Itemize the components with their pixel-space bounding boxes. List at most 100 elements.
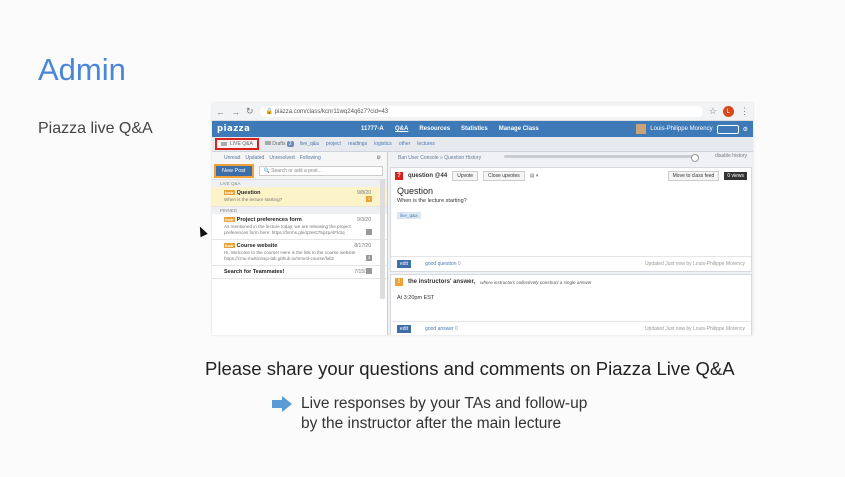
course-selector[interactable]: 11777-A: [361, 126, 391, 132]
new-post-row: New Post 🔍 Search or add a post...: [212, 163, 387, 180]
edit-button[interactable]: edit: [397, 260, 412, 268]
menu-icon[interactable]: ⋮: [740, 106, 749, 117]
list-item[interactable]: Instr Project preferences form As mention…: [212, 214, 387, 240]
answer-footer: edit good answer 0 Updated Just now by L…: [391, 321, 751, 335]
search-input[interactable]: 🔍 Search or add a post...: [258, 166, 383, 176]
post-date: 8/17/20: [354, 243, 371, 249]
folder-readings[interactable]: readings: [348, 141, 367, 147]
lock-icon: 🔒: [265, 109, 275, 115]
browser-toolbar: ← → ↻ 🔒 piazza.com/class/kcnr11wq24q6z7?…: [212, 103, 753, 121]
drafts-label: Drafts: [272, 141, 286, 147]
answer-icon: !: [395, 278, 403, 286]
list-item[interactable]: Instr Course website Hi, Welcome to the c…: [212, 240, 387, 266]
post-count: [366, 268, 372, 274]
back-icon[interactable]: ←: [216, 107, 225, 117]
folder-lectures[interactable]: lectures: [417, 141, 435, 147]
post-preview: As mentioned in the lecture today, we ar…: [224, 224, 351, 235]
search-placeholder: Search or add a post...: [271, 168, 322, 174]
mouse-cursor-icon: [196, 224, 208, 238]
drafts-link[interactable]: Drafts 2: [264, 141, 294, 147]
settings-box[interactable]: [716, 124, 739, 134]
nav-manage-class[interactable]: Manage Class: [499, 126, 539, 132]
folder-project[interactable]: project: [326, 141, 341, 147]
post-title: Project preferences form: [236, 217, 302, 223]
post-title: Course website: [236, 243, 278, 249]
live-qa-button[interactable]: LIVE Q&A: [215, 138, 259, 150]
close-upvotes-button[interactable]: Close upvotes: [483, 171, 525, 181]
instr-tag: Instr: [224, 217, 235, 223]
post-preview: When is the lecture starting?: [224, 197, 283, 202]
move-to-feed-button[interactable]: Move to class feed: [667, 171, 720, 181]
slide-message: Please share your questions and comments…: [205, 358, 735, 379]
nav-resources[interactable]: Resources: [419, 126, 450, 132]
history-slider[interactable]: [504, 153, 699, 162]
post-count: [366, 229, 372, 235]
filter-following[interactable]: Following: [300, 155, 321, 161]
good-answer-link[interactable]: good answer 0: [425, 326, 458, 332]
folder-live-qa[interactable]: live_q&a: [300, 141, 319, 147]
folder-other[interactable]: other: [399, 141, 410, 147]
section-live-qa[interactable]: LIVE Q&A: [212, 180, 387, 187]
disable-history-link[interactable]: disable history: [715, 153, 747, 159]
filter-unread[interactable]: Unread: [224, 155, 240, 161]
good-question-count: 0: [457, 261, 461, 267]
good-answer-label: good answer: [425, 326, 454, 332]
question-icon: ?: [395, 172, 403, 180]
live-qa-icon: [221, 142, 227, 146]
feed-scrollbar[interactable]: [380, 179, 385, 299]
slider-handle[interactable]: [691, 153, 699, 162]
answer-card: ! the instructors' answer, where instruc…: [390, 274, 752, 335]
question-label: question @44: [408, 173, 448, 179]
question-title: Question: [397, 186, 434, 196]
user-photo: [636, 124, 647, 134]
good-question-link[interactable]: good question 0: [425, 261, 461, 267]
search-icon: 🔍: [263, 168, 272, 174]
drafts-icon: [264, 141, 271, 145]
forward-icon[interactable]: →: [231, 107, 240, 117]
post-date: 9/3/20: [357, 217, 371, 223]
feed-filters: Unread Updated Unresolved Following ⚙: [212, 152, 387, 163]
views-badge: 0 views: [724, 172, 747, 180]
folder-chip[interactable]: live_q&a: [397, 212, 421, 219]
answer-desc: where instructors collectively construct…: [480, 279, 592, 285]
edit-button[interactable]: edit: [397, 325, 412, 333]
actions-dropdown-icon[interactable]: ▤ ▾: [530, 173, 539, 179]
good-answer-count: 0: [455, 326, 458, 332]
nav-qa[interactable]: Q&A: [395, 126, 408, 132]
question-footer: edit good question 0 Updated Just now by…: [391, 256, 751, 271]
gear-icon[interactable]: ⚙: [377, 155, 381, 161]
new-post-label: New Post: [222, 168, 246, 174]
post-title: Search for Teammates!: [224, 269, 285, 275]
address-bar[interactable]: 🔒 piazza.com/class/kcnr11wq24q6z7?cid=43: [259, 106, 703, 117]
url-text: piazza.com/class/kcnr11wq24q6z7?cid=43: [274, 108, 389, 115]
question-card: ? question @44 Upvote Close upvotes ▤ ▾ …: [390, 167, 752, 272]
section-pinned[interactable]: PINNED: [212, 207, 387, 214]
top-nav: Q&A Resources Statistics Manage Class: [395, 126, 539, 132]
folder-bar: LIVE Q&A Drafts 2 live_q&a project readi…: [212, 137, 753, 152]
filter-updated[interactable]: Updated: [245, 155, 264, 161]
upvote-button[interactable]: Upvote: [452, 171, 479, 181]
post-title: Question: [236, 190, 261, 196]
new-post-button[interactable]: New Post: [214, 164, 254, 178]
folder-logistics[interactable]: logistics: [374, 141, 392, 147]
filter-unresolved[interactable]: Unresolved: [269, 155, 294, 161]
list-item[interactable]: Search for Teammates! 7/15/20: [212, 266, 387, 279]
bullet-line-1: Live responses by your TAs and follow-up: [301, 395, 588, 412]
post-panel: Ban User Console » Question History disa…: [388, 152, 753, 335]
updated-text: Updated Just now by Louis-Philippe Moren…: [644, 326, 745, 332]
piazza-screenshot: ← → ↻ 🔒 piazza.com/class/kcnr11wq24q6z7?…: [212, 103, 753, 335]
reload-icon[interactable]: ↻: [246, 106, 254, 117]
gear-icon[interactable]: ⚙: [743, 126, 748, 133]
list-item[interactable]: Instr Question When is the lecture starti…: [212, 187, 387, 207]
instr-tag: Instr: [224, 190, 235, 196]
question-header: ? question @44 Upvote Close upvotes ▤ ▾ …: [391, 168, 751, 184]
answer-body: At 3:20pm EST: [397, 295, 435, 301]
profile-avatar[interactable]: L: [723, 106, 734, 117]
user-menu[interactable]: Louis-Philippe Morency ⚙: [636, 124, 748, 134]
piazza-logo[interactable]: piazza: [217, 124, 357, 134]
star-icon[interactable]: ☆: [709, 106, 717, 117]
folder-list: live_q&a project readings logistics othe…: [300, 141, 435, 147]
drafts-count: 2: [286, 141, 294, 147]
nav-statistics[interactable]: Statistics: [461, 126, 488, 132]
answer-label: the instructors' answer,: [408, 279, 476, 285]
